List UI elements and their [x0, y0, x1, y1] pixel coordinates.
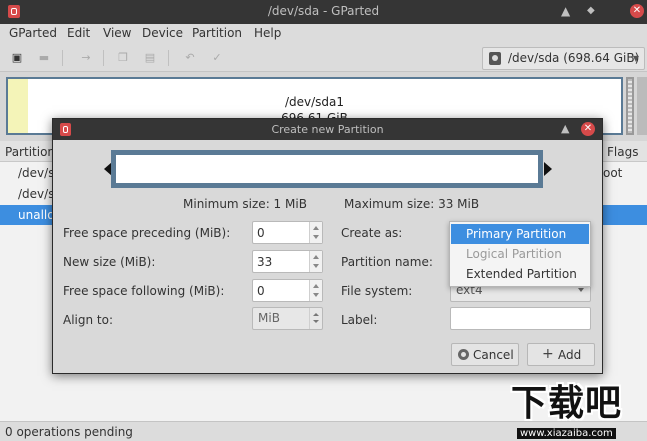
menu-partition[interactable]: Partition — [192, 26, 242, 40]
new-size-label: New size (MiB): — [63, 255, 156, 269]
row-partition: unallo — [18, 208, 55, 222]
cancel-icon — [458, 349, 469, 360]
chevron-down-icon: ▼ — [632, 54, 639, 63]
close-window-icon[interactable]: ✕ — [630, 4, 644, 18]
watermark-logo: 下载吧 www.xiazaiba.com — [511, 381, 647, 441]
label-field-label: Label: — [341, 313, 378, 327]
plus-icon: + — [542, 346, 554, 362]
free-following-input[interactable] — [253, 280, 309, 301]
row-partition: /dev/s — [18, 187, 55, 201]
option-logical-partition: Logical Partition — [466, 247, 562, 261]
delete-icon[interactable]: ▬ — [38, 52, 50, 64]
watermark-text: 下载吧 — [511, 383, 623, 424]
free-preceding-label: Free space preceding (MiB): — [63, 226, 231, 240]
resize-move-icon[interactable]: → — [78, 52, 94, 64]
harddisk-icon — [489, 52, 501, 65]
maximize-icon[interactable]: ▲ — [561, 122, 569, 135]
file-system-label: File system: — [341, 284, 413, 298]
align-to-label: Align to: — [63, 313, 114, 327]
free-preceding-spinner[interactable] — [252, 221, 323, 244]
new-size-spinner[interactable] — [252, 250, 323, 273]
column-header-flags[interactable]: Flags — [603, 141, 647, 162]
window-titlebar[interactable]: /dev/sda - GParted ▲ ◆ ✕ — [0, 0, 647, 24]
watermark-url: www.xiazaiba.com — [517, 428, 616, 439]
device-selector-label: /dev/sda (698.64 GiB) — [508, 51, 640, 65]
add-button-label: Add — [558, 348, 582, 362]
free-following-label: Free space following (MiB): — [63, 284, 225, 298]
new-size-input[interactable] — [253, 251, 309, 272]
create-partition-dialog: Create new Partition ▲ ✕ Minimum size: 1… — [52, 118, 603, 374]
menu-view[interactable]: View — [103, 26, 131, 40]
dialog-title: Create new Partition — [271, 123, 384, 136]
select-arrows — [309, 308, 322, 329]
paste-icon[interactable]: ▤ — [144, 52, 156, 64]
create-as-label: Create as: — [341, 226, 403, 240]
menu-edit[interactable]: Edit — [67, 26, 90, 40]
cancel-button-label: Cancel — [473, 348, 514, 362]
menu-gparted[interactable]: GParted — [9, 26, 57, 40]
window-title: /dev/sda - GParted — [267, 4, 380, 18]
maximum-size-label: Maximum size: 33 MiB — [344, 197, 480, 211]
apply-icon[interactable]: ✓ — [211, 52, 223, 64]
free-following-spinner[interactable] — [252, 279, 323, 302]
resize-handle-right-icon[interactable] — [544, 162, 552, 176]
partition-name-label: Partition name: — [341, 255, 433, 269]
device-selector[interactable]: /dev/sda (698.64 GiB) ▼ — [482, 47, 645, 70]
spinner-arrows[interactable] — [309, 280, 322, 301]
minimize-icon[interactable]: ▲ — [561, 4, 570, 18]
minimum-size-label: Minimum size: 1 MiB — [183, 197, 307, 211]
new-icon[interactable]: ▣ — [11, 52, 23, 64]
dialog-titlebar[interactable]: Create new Partition ▲ ✕ — [53, 119, 602, 140]
close-dialog-icon[interactable]: ✕ — [581, 122, 595, 136]
menubar: GParted Edit View Device Partition Help — [0, 24, 647, 44]
partition-resizer-bar[interactable] — [111, 150, 543, 188]
restore-icon[interactable]: ◆ — [587, 4, 595, 18]
disk-unallocated-segment[interactable] — [626, 77, 634, 135]
add-button[interactable]: + Add — [527, 343, 595, 366]
label-input[interactable] — [450, 307, 591, 330]
toolbar-separator — [62, 50, 63, 66]
disk-map-edge — [637, 77, 647, 135]
menu-device[interactable]: Device — [142, 26, 183, 40]
menu-help[interactable]: Help — [254, 26, 281, 40]
disk-partition-name: /dev/sda1 — [284, 95, 345, 109]
option-extended-partition[interactable]: Extended Partition — [451, 264, 589, 284]
free-preceding-input[interactable] — [253, 222, 309, 243]
option-primary-partition[interactable]: Primary Partition — [451, 224, 589, 244]
toolbar: ▣ ▬ → ❐ ▤ ↶ ✓ /dev/sda (698.64 GiB) ▼ — [0, 44, 647, 72]
row-partition: /dev/s — [18, 166, 55, 180]
row-flags: oot — [603, 166, 623, 180]
cancel-button[interactable]: Cancel — [451, 343, 519, 366]
align-to-value: MiB — [258, 311, 280, 325]
spinner-arrows[interactable] — [309, 251, 322, 272]
chevron-down-icon — [578, 288, 584, 292]
toolbar-separator — [103, 50, 104, 66]
spinner-arrows[interactable] — [309, 222, 322, 243]
copy-icon[interactable]: ❐ — [117, 52, 129, 64]
align-to-select[interactable]: MiB — [252, 307, 323, 330]
create-as-dropdown[interactable]: Primary Partition Logical Partition Exte… — [449, 221, 591, 287]
undo-icon[interactable]: ↶ — [184, 52, 196, 64]
toolbar-separator — [168, 50, 169, 66]
status-text: 0 operations pending — [5, 425, 133, 439]
